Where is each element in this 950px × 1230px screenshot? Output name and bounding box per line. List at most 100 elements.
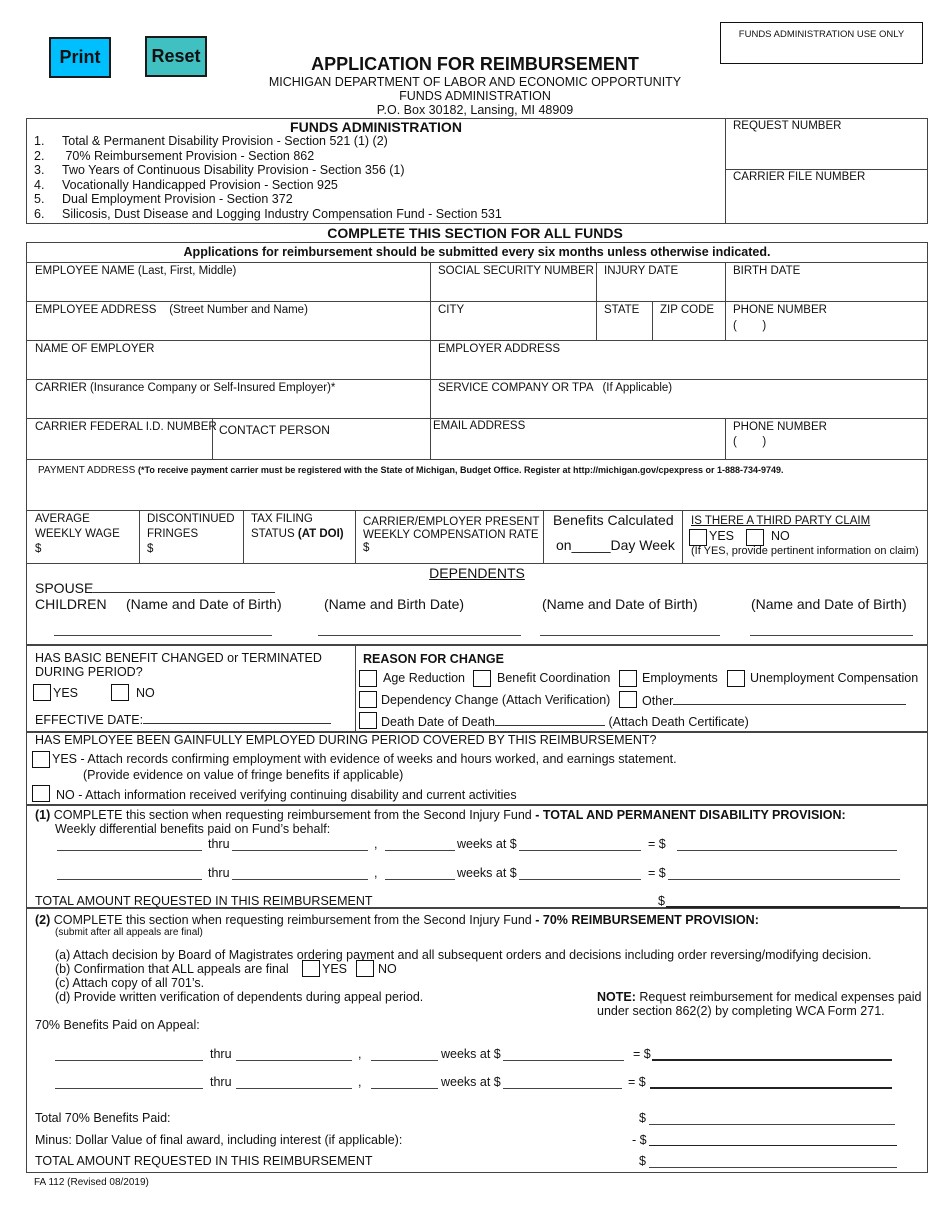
- from-date-input[interactable]: [55, 1088, 203, 1089]
- question-line-1: HAS BASIC BENEFIT CHANGED or TERMINATED: [35, 651, 322, 665]
- third-party-yes-checkbox[interactable]: [689, 529, 707, 546]
- other-checkbox[interactable]: [619, 691, 637, 708]
- divider: [26, 262, 928, 263]
- rate-input[interactable]: [519, 879, 641, 880]
- appeals-final-yes-checkbox[interactable]: [302, 960, 320, 977]
- average-weekly-wage-field[interactable]: AVERAGE WEEKLY WAGE $: [35, 512, 120, 557]
- from-date-input[interactable]: [57, 879, 202, 880]
- weeks-input[interactable]: [371, 1060, 438, 1061]
- phone-number-2-field[interactable]: PHONE NUMBER: [733, 421, 827, 433]
- equals-label: = $: [628, 1075, 646, 1089]
- compensation-rate-field[interactable]: CARRIER/EMPLOYER PRESENT WEEKLY COMPENSA…: [363, 516, 539, 555]
- employed-yes-checkbox[interactable]: [32, 751, 50, 768]
- carrier-fein-field[interactable]: CARRIER FEDERAL I.D. NUMBER: [35, 421, 217, 433]
- section-1-subheading: Weekly differential benefits paid on Fun…: [55, 822, 331, 836]
- death-label: Death Date of Death: [381, 715, 495, 729]
- weeks-at-label: weeks at $: [457, 866, 517, 880]
- other-field[interactable]: Other: [642, 693, 907, 708]
- fund-item: 2. 70% Reimbursement Provision - Section…: [34, 148, 315, 163]
- from-date-input[interactable]: [55, 1060, 203, 1061]
- carrier-field[interactable]: CARRIER (Insurance Company or Self-Insur…: [35, 382, 335, 394]
- appeals-final-no-label: NO: [378, 962, 397, 976]
- minus-dollar-sign: - $: [632, 1133, 647, 1147]
- age-reduction-checkbox[interactable]: [359, 670, 377, 687]
- service-company-field[interactable]: SERVICE COMPANY OR TPA (If Applicable): [438, 382, 672, 394]
- appeals-final-no-checkbox[interactable]: [356, 960, 374, 977]
- thru-date-input[interactable]: [232, 879, 368, 880]
- tax-filing-status-field[interactable]: TAX FILING STATUS (AT DOI): [251, 512, 344, 542]
- rate-input[interactable]: [519, 850, 641, 851]
- employer-address-field[interactable]: EMPLOYER ADDRESS: [438, 343, 560, 355]
- total-benefits-paid-input[interactable]: [649, 1124, 895, 1125]
- section-provision: - 70% REIMBURSEMENT PROVISION:: [535, 913, 759, 927]
- child-1-input[interactable]: [54, 635, 272, 636]
- benefits-day-week-field[interactable]: on_____Day Week: [556, 537, 675, 553]
- employed-no-checkbox[interactable]: [32, 785, 50, 802]
- amount-input[interactable]: [650, 1087, 892, 1089]
- zip-code-field[interactable]: ZIP CODE: [660, 304, 714, 316]
- tax-label-bold: (AT DOI): [297, 528, 344, 540]
- state-field[interactable]: STATE: [604, 304, 639, 316]
- spouse-field[interactable]: SPOUSE: [35, 580, 276, 596]
- benefit-changed-no-checkbox[interactable]: [111, 684, 129, 701]
- final-award-input[interactable]: [649, 1145, 897, 1146]
- employee-address-field[interactable]: EMPLOYEE ADDRESS (Street Number and Name…: [35, 304, 308, 316]
- divider: [596, 262, 597, 340]
- gainfully-employed-question: HAS EMPLOYEE BEEN GAINFULLY EMPLOYED DUR…: [35, 733, 657, 747]
- fund-item: 4. Vocationally Handicapped Provision - S…: [34, 177, 338, 192]
- child-3-input[interactable]: [540, 635, 720, 636]
- third-party-no-checkbox[interactable]: [746, 529, 764, 546]
- city-field[interactable]: CITY: [438, 304, 464, 316]
- amount-input[interactable]: [668, 879, 900, 880]
- weeks-input[interactable]: [385, 879, 455, 880]
- dollar-sign: $: [639, 1154, 646, 1168]
- mailing-address: P.O. Box 30182, Lansing, MI 48909: [376, 103, 574, 117]
- from-date-input[interactable]: [57, 850, 202, 851]
- question-line-2: DURING PERIOD?: [35, 665, 143, 679]
- employee-name-field[interactable]: EMPLOYEE NAME (Last, First, Middle): [35, 265, 236, 277]
- rate-input[interactable]: [503, 1088, 622, 1089]
- effective-date-field[interactable]: EFFECTIVE DATE:: [35, 712, 332, 727]
- payment-address-field[interactable]: PAYMENT ADDRESS (*To receive payment car…: [38, 465, 784, 476]
- dollar-sign: $: [363, 542, 370, 554]
- request-number-field[interactable]: REQUEST NUMBER: [733, 120, 841, 132]
- divider: [355, 510, 356, 564]
- dependency-change-checkbox[interactable]: [359, 691, 377, 708]
- child-2-input[interactable]: [318, 635, 521, 636]
- thru-date-input[interactable]: [236, 1060, 352, 1061]
- ssn-field[interactable]: SOCIAL SECURITY NUMBER: [438, 265, 594, 277]
- contact-person-field[interactable]: CONTACT PERSON: [219, 423, 330, 437]
- section-provision: - TOTAL AND PERMANENT DISABILITY PROVISI…: [535, 808, 846, 822]
- weeks-input[interactable]: [385, 850, 455, 851]
- weeks-input[interactable]: [371, 1088, 438, 1089]
- spouse-label: SPOUSE: [35, 580, 94, 596]
- reason-for-change-heading: REASON FOR CHANGE: [363, 652, 504, 666]
- note-line-1: Request reimbursement for medical expens…: [635, 990, 922, 1004]
- death-date-field[interactable]: Death Date of Death (Attach Death Certif…: [381, 714, 749, 729]
- amount-input[interactable]: [677, 850, 897, 851]
- total-benefits-paid-label: Total 70% Benefits Paid:: [35, 1111, 171, 1125]
- thru-date-input[interactable]: [236, 1088, 352, 1089]
- benefit-coordination-label: Benefit Coordination: [497, 671, 611, 685]
- discontinued-fringes-field[interactable]: DISCONTINUED FRINGES $: [147, 512, 235, 557]
- item-b: (b) Confirmation that ALL appeals are fi…: [55, 962, 289, 976]
- section-2-total-input[interactable]: [649, 1167, 897, 1168]
- benefit-changed-yes-checkbox[interactable]: [33, 684, 51, 701]
- child-4-input[interactable]: [750, 635, 913, 636]
- funds-heading: FUNDS ADMINISTRATION: [290, 119, 462, 135]
- death-checkbox[interactable]: [359, 712, 377, 729]
- phone-number-field[interactable]: PHONE NUMBER: [733, 304, 827, 316]
- carrier-file-number-field[interactable]: CARRIER FILE NUMBER: [733, 171, 865, 183]
- rate-input[interactable]: [503, 1060, 624, 1061]
- benefit-coordination-checkbox[interactable]: [473, 670, 491, 687]
- birth-date-field[interactable]: BIRTH DATE: [733, 265, 800, 277]
- aww-label-1: AVERAGE: [35, 513, 90, 525]
- amount-input[interactable]: [652, 1059, 892, 1061]
- employments-checkbox[interactable]: [619, 670, 637, 687]
- injury-date-field[interactable]: INJURY DATE: [604, 265, 678, 277]
- thru-date-input[interactable]: [232, 850, 368, 851]
- email-address-field[interactable]: EMAIL ADDRESS: [433, 420, 525, 432]
- employer-name-field[interactable]: NAME OF EMPLOYER: [35, 343, 155, 355]
- unemployment-checkbox[interactable]: [727, 670, 745, 687]
- fund-item: 3. Two Years of Continuous Disability Pro…: [34, 163, 405, 178]
